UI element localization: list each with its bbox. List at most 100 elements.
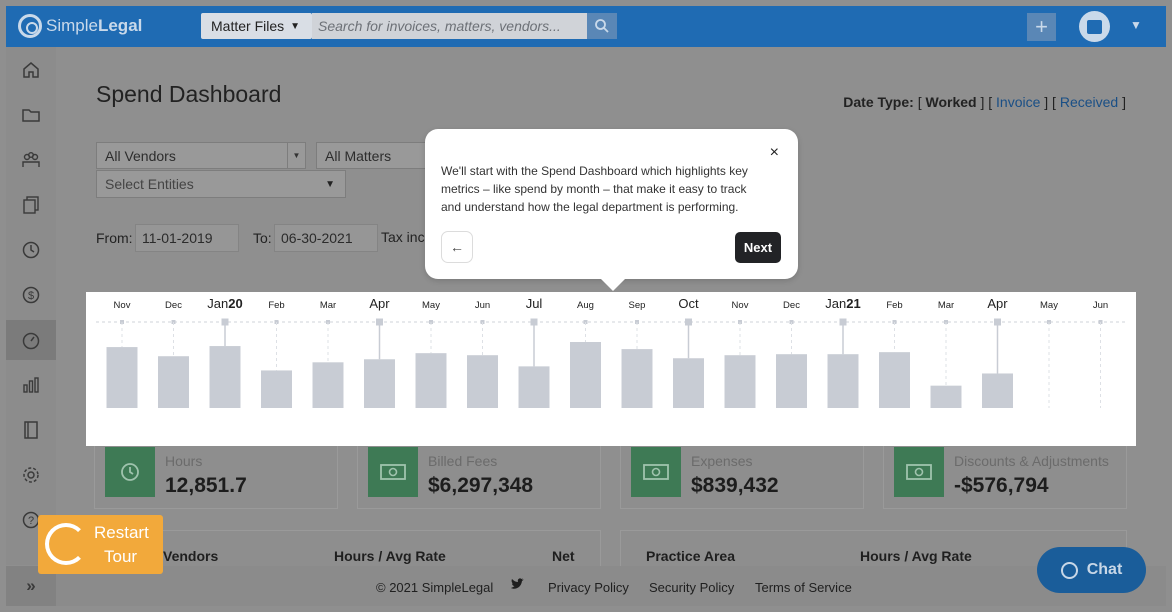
chat-button[interactable]: Chat: [1037, 547, 1146, 593]
to-date-input[interactable]: 06-30-2021: [274, 224, 378, 252]
clock-icon: [21, 240, 41, 260]
stat-value: -$576,794: [954, 474, 1049, 498]
cash-icon: [368, 447, 418, 497]
terms-of-service-link[interactable]: Terms of Service: [755, 580, 852, 595]
footer-copyright: © 2021 SimpleLegal: [376, 580, 493, 595]
tick-label: Feb: [886, 300, 902, 311]
search-scope-label: Matter Files: [211, 18, 284, 34]
tick-label-year: 21: [846, 296, 860, 311]
tour-tooltip: × We'll start with the Spend Dashboard w…: [425, 129, 798, 279]
tick-label: Nov: [732, 300, 749, 311]
sidebar-item-reports[interactable]: [6, 365, 56, 405]
sidebar-item-vendors[interactable]: [6, 140, 56, 180]
date-type-received[interactable]: Received: [1060, 94, 1118, 110]
bar: [931, 386, 962, 408]
security-policy-link[interactable]: Security Policy: [649, 580, 734, 595]
sidebar-item-home[interactable]: [6, 50, 56, 90]
avatar[interactable]: [1079, 11, 1110, 42]
date-type-worked[interactable]: Worked: [925, 94, 976, 110]
tick-label: Jun: [1093, 300, 1108, 311]
search-placeholder: Search for invoices, matters, vendors...: [318, 18, 561, 34]
bar: [210, 346, 241, 408]
tour-back-button[interactable]: ←: [441, 231, 473, 263]
brand-light: Simple: [46, 16, 98, 36]
matters-select[interactable]: All Matters: [316, 142, 436, 169]
stat-card-discounts: Discounts & Adjustments -$576,794: [883, 435, 1127, 509]
panel-header: Net: [552, 548, 575, 564]
tick-label: May: [1040, 300, 1058, 311]
top-bar: SimpleLegal Matter Files ▼ Search for in…: [6, 6, 1166, 47]
date-type-invoice[interactable]: Invoice: [996, 94, 1040, 110]
add-button[interactable]: +: [1027, 13, 1056, 41]
tick-label: Apr: [987, 296, 1008, 311]
restart-label-2: Tour: [104, 547, 137, 567]
sidebar-item-contracts[interactable]: [6, 410, 56, 450]
page-title: Spend Dashboard: [96, 81, 281, 108]
caret-down-icon: ▼: [325, 179, 335, 190]
bar: [158, 356, 189, 408]
sidebar: $ ?: [6, 47, 56, 565]
stat-card-hours: Hours 12,851.7: [94, 435, 338, 509]
stat-card-expenses: Expenses $839,432: [620, 435, 864, 509]
tick-label: Dec: [783, 300, 800, 311]
restart-label: Restart: [94, 523, 149, 543]
search-input[interactable]: Search for invoices, matters, vendors...: [312, 13, 587, 39]
sidebar-item-settings[interactable]: [6, 455, 56, 495]
search-icon: [594, 18, 610, 34]
sidebar-item-dashboard[interactable]: [6, 320, 56, 360]
logo-mark-icon: [18, 14, 42, 38]
brand-bold: Legal: [98, 16, 142, 36]
to-label: To:: [253, 230, 272, 246]
clock-icon: [105, 447, 155, 497]
sidebar-item-timekeeping[interactable]: [6, 230, 56, 270]
folder-icon: [21, 105, 41, 125]
tick-label: Dec: [165, 300, 182, 311]
tick-label: Sep: [629, 300, 646, 311]
tick-label: Apr: [369, 296, 390, 311]
twitter-icon[interactable]: [511, 578, 524, 593]
sidebar-item-budgets[interactable]: $: [6, 275, 56, 315]
bar: [673, 358, 704, 408]
search-scope-dropdown[interactable]: Matter Files ▼: [201, 13, 312, 39]
bar: [622, 349, 653, 408]
search-button[interactable]: [587, 13, 617, 39]
privacy-policy-link[interactable]: Privacy Policy: [548, 580, 629, 595]
panel-header: Hours / Avg Rate: [860, 548, 972, 564]
bar: [828, 354, 859, 408]
date-type-label: Date Type:: [843, 94, 914, 110]
spend-by-month-chart: NovDecJan20FebMarAprMayJunJulAugSepOctNo…: [86, 292, 1136, 446]
sidebar-item-invoices[interactable]: [6, 185, 56, 225]
svg-text:?: ?: [28, 515, 34, 527]
sidebar-item-matters[interactable]: [6, 95, 56, 135]
account-chevron-icon[interactable]: ▼: [1130, 18, 1142, 32]
from-label: From:: [96, 230, 133, 246]
tick-label: Oct: [678, 296, 699, 311]
tick-label: Jan20: [207, 296, 242, 311]
stat-label: Billed Fees: [428, 453, 497, 469]
building-icon: [1087, 20, 1102, 34]
panel-header: Hours / Avg Rate: [334, 548, 446, 564]
from-date-input[interactable]: 11-01-2019: [135, 224, 239, 252]
chat-bubble-icon: [1061, 562, 1078, 579]
chat-label: Chat: [1087, 561, 1123, 579]
tick-label: Jul: [526, 296, 543, 311]
stat-value: $6,297,348: [428, 474, 533, 498]
bar: [570, 342, 601, 408]
close-icon[interactable]: ×: [770, 144, 779, 162]
cash-icon: [631, 447, 681, 497]
tick-label-year: 20: [228, 296, 242, 311]
bar: [313, 362, 344, 408]
matters-select-value: All Matters: [325, 148, 391, 164]
panel-header: Practice Area: [646, 548, 735, 564]
vendors-select-value: All Vendors: [105, 148, 176, 164]
stat-label: Hours: [165, 453, 202, 469]
vendors-select[interactable]: All Vendors ▼: [96, 142, 306, 169]
footer: © 2021 SimpleLegal Privacy Policy Securi…: [56, 566, 1166, 606]
entities-select[interactable]: Select Entities ▼: [96, 170, 346, 198]
restart-tour-button[interactable]: Restart Tour: [38, 515, 163, 574]
bar: [879, 352, 910, 408]
tour-next-button[interactable]: Next: [735, 232, 781, 263]
simplelegal-logo[interactable]: SimpleLegal: [18, 14, 142, 38]
bar: [467, 355, 498, 408]
tick-label: Mar: [938, 300, 954, 311]
